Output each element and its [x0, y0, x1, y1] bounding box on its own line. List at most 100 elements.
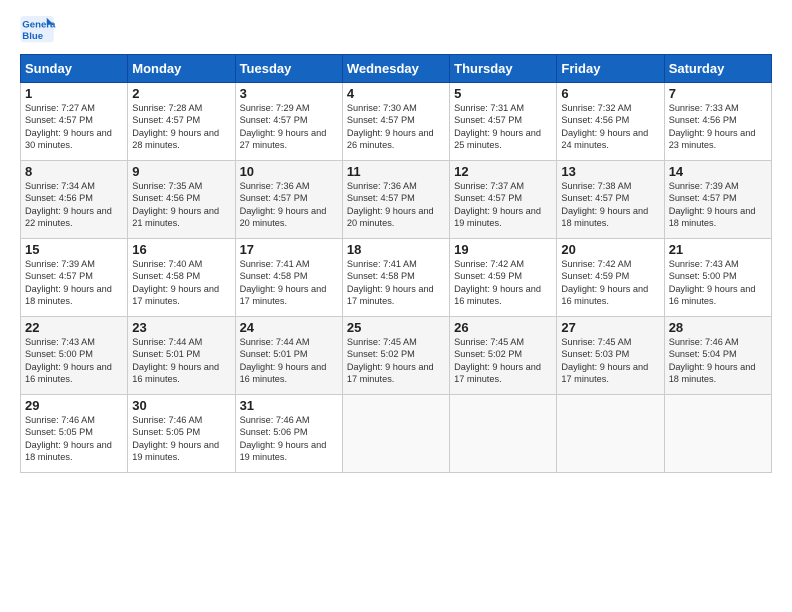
- cell-info: Sunrise: 7:45 AMSunset: 5:02 PMDaylight:…: [454, 337, 541, 384]
- calendar-cell: 29 Sunrise: 7:46 AMSunset: 5:05 PMDayligh…: [21, 395, 128, 473]
- calendar-body: 1 Sunrise: 7:27 AMSunset: 4:57 PMDaylight…: [21, 83, 772, 473]
- calendar-cell: [342, 395, 449, 473]
- header-cell-tuesday: Tuesday: [235, 55, 342, 83]
- calendar-cell: 6 Sunrise: 7:32 AMSunset: 4:56 PMDaylight…: [557, 83, 664, 161]
- day-number: 13: [561, 164, 659, 179]
- cell-info: Sunrise: 7:46 AMSunset: 5:05 PMDaylight:…: [25, 415, 112, 462]
- cell-info: Sunrise: 7:38 AMSunset: 4:57 PMDaylight:…: [561, 181, 648, 228]
- day-number: 20: [561, 242, 659, 257]
- calendar-week-3: 15Sunrise: 7:39 AMSunset: 4:57 PMDayligh…: [21, 239, 772, 317]
- calendar-cell: 17Sunrise: 7:41 AMSunset: 4:58 PMDayligh…: [235, 239, 342, 317]
- day-number: 4: [347, 86, 445, 101]
- calendar-cell: 5Sunrise: 7:31 AMSunset: 4:57 PMDaylight…: [450, 83, 557, 161]
- day-number: 29: [25, 398, 123, 413]
- cell-info: Sunrise: 7:45 AMSunset: 5:03 PMDaylight:…: [561, 337, 648, 384]
- calendar-cell: 19 Sunrise: 7:42 AMSunset: 4:59 PMDayligh…: [450, 239, 557, 317]
- day-number: 7: [669, 86, 767, 101]
- cell-info: Sunrise: 7:46 AMSunset: 5:05 PMDaylight:…: [132, 415, 219, 462]
- calendar-cell: 24 Sunrise: 7:44 AMSunset: 5:01 PMDayligh…: [235, 317, 342, 395]
- calendar-cell: 18Sunrise: 7:41 AMSunset: 4:58 PMDayligh…: [342, 239, 449, 317]
- day-number: 26: [454, 320, 552, 335]
- day-number: 11: [347, 164, 445, 179]
- svg-text:General: General: [22, 19, 56, 30]
- calendar-header-row: SundayMondayTuesdayWednesdayThursdayFrid…: [21, 55, 772, 83]
- day-number: 30: [132, 398, 230, 413]
- calendar-cell: 31 Sunrise: 7:46 AMSunset: 5:06 PMDayligh…: [235, 395, 342, 473]
- calendar-cell: 8 Sunrise: 7:34 AMSunset: 4:56 PMDaylight…: [21, 161, 128, 239]
- header-cell-sunday: Sunday: [21, 55, 128, 83]
- cell-info: Sunrise: 7:34 AMSunset: 4:56 PMDaylight:…: [25, 181, 112, 228]
- calendar-cell: 22 Sunrise: 7:43 AMSunset: 5:00 PMDayligh…: [21, 317, 128, 395]
- day-number: 21: [669, 242, 767, 257]
- calendar-cell: 15Sunrise: 7:39 AMSunset: 4:57 PMDayligh…: [21, 239, 128, 317]
- calendar-cell: [664, 395, 771, 473]
- calendar-cell: 25 Sunrise: 7:45 AMSunset: 5:02 PMDayligh…: [342, 317, 449, 395]
- day-number: 28: [669, 320, 767, 335]
- cell-info: Sunrise: 7:42 AMSunset: 4:59 PMDaylight:…: [454, 259, 541, 306]
- cell-info: Sunrise: 7:44 AMSunset: 5:01 PMDaylight:…: [132, 337, 219, 384]
- calendar-cell: 16 Sunrise: 7:40 AMSunset: 4:58 PMDayligh…: [128, 239, 235, 317]
- svg-text:Blue: Blue: [22, 31, 43, 42]
- calendar-cell: 13 Sunrise: 7:38 AMSunset: 4:57 PMDayligh…: [557, 161, 664, 239]
- calendar-cell: 27 Sunrise: 7:45 AMSunset: 5:03 PMDayligh…: [557, 317, 664, 395]
- day-number: 31: [240, 398, 338, 413]
- calendar-cell: 9Sunrise: 7:35 AMSunset: 4:56 PMDaylight…: [128, 161, 235, 239]
- calendar-week-4: 22 Sunrise: 7:43 AMSunset: 5:00 PMDayligh…: [21, 317, 772, 395]
- header-cell-thursday: Thursday: [450, 55, 557, 83]
- day-number: 19: [454, 242, 552, 257]
- day-number: 9: [132, 164, 230, 179]
- cell-info: Sunrise: 7:33 AMSunset: 4:56 PMDaylight:…: [669, 103, 756, 150]
- day-number: 25: [347, 320, 445, 335]
- header-cell-saturday: Saturday: [664, 55, 771, 83]
- day-number: 1: [25, 86, 123, 101]
- logo-icon: General Blue: [20, 16, 56, 44]
- cell-info: Sunrise: 7:29 AMSunset: 4:57 PMDaylight:…: [240, 103, 327, 150]
- calendar-cell: [450, 395, 557, 473]
- calendar-cell: 12 Sunrise: 7:37 AMSunset: 4:57 PMDayligh…: [450, 161, 557, 239]
- calendar-cell: 28 Sunrise: 7:46 AMSunset: 5:04 PMDayligh…: [664, 317, 771, 395]
- logo: General Blue: [20, 16, 58, 44]
- day-number: 6: [561, 86, 659, 101]
- day-number: 12: [454, 164, 552, 179]
- cell-info: Sunrise: 7:30 AMSunset: 4:57 PMDaylight:…: [347, 103, 434, 150]
- cell-info: Sunrise: 7:37 AMSunset: 4:57 PMDaylight:…: [454, 181, 541, 228]
- calendar-cell: 3 Sunrise: 7:29 AMSunset: 4:57 PMDaylight…: [235, 83, 342, 161]
- calendar-cell: 21 Sunrise: 7:43 AMSunset: 5:00 PMDayligh…: [664, 239, 771, 317]
- calendar-cell: 10 Sunrise: 7:36 AMSunset: 4:57 PMDayligh…: [235, 161, 342, 239]
- calendar-table: SundayMondayTuesdayWednesdayThursdayFrid…: [20, 54, 772, 473]
- day-number: 3: [240, 86, 338, 101]
- cell-info: Sunrise: 7:27 AMSunset: 4:57 PMDaylight:…: [25, 103, 112, 150]
- cell-info: Sunrise: 7:45 AMSunset: 5:02 PMDaylight:…: [347, 337, 434, 384]
- cell-info: Sunrise: 7:36 AMSunset: 4:57 PMDaylight:…: [240, 181, 327, 228]
- cell-info: Sunrise: 7:31 AMSunset: 4:57 PMDaylight:…: [454, 103, 541, 150]
- calendar-cell: 20 Sunrise: 7:42 AMSunset: 4:59 PMDayligh…: [557, 239, 664, 317]
- day-number: 22: [25, 320, 123, 335]
- cell-info: Sunrise: 7:46 AMSunset: 5:04 PMDaylight:…: [669, 337, 756, 384]
- calendar-cell: [557, 395, 664, 473]
- calendar-week-5: 29 Sunrise: 7:46 AMSunset: 5:05 PMDayligh…: [21, 395, 772, 473]
- cell-info: Sunrise: 7:43 AMSunset: 5:00 PMDaylight:…: [669, 259, 756, 306]
- calendar-cell: 1 Sunrise: 7:27 AMSunset: 4:57 PMDaylight…: [21, 83, 128, 161]
- cell-info: Sunrise: 7:41 AMSunset: 4:58 PMDaylight:…: [240, 259, 327, 306]
- header-cell-friday: Friday: [557, 55, 664, 83]
- cell-info: Sunrise: 7:46 AMSunset: 5:06 PMDaylight:…: [240, 415, 327, 462]
- day-number: 2: [132, 86, 230, 101]
- cell-info: Sunrise: 7:42 AMSunset: 4:59 PMDaylight:…: [561, 259, 648, 306]
- calendar-week-1: 1 Sunrise: 7:27 AMSunset: 4:57 PMDaylight…: [21, 83, 772, 161]
- calendar-cell: 11 Sunrise: 7:36 AMSunset: 4:57 PMDayligh…: [342, 161, 449, 239]
- calendar-cell: 7 Sunrise: 7:33 AMSunset: 4:56 PMDaylight…: [664, 83, 771, 161]
- day-number: 10: [240, 164, 338, 179]
- cell-info: Sunrise: 7:39 AMSunset: 4:57 PMDaylight:…: [669, 181, 756, 228]
- calendar-cell: 23Sunrise: 7:44 AMSunset: 5:01 PMDayligh…: [128, 317, 235, 395]
- cell-info: Sunrise: 7:36 AMSunset: 4:57 PMDaylight:…: [347, 181, 434, 228]
- cell-info: Sunrise: 7:43 AMSunset: 5:00 PMDaylight:…: [25, 337, 112, 384]
- cell-info: Sunrise: 7:32 AMSunset: 4:56 PMDaylight:…: [561, 103, 648, 150]
- day-number: 27: [561, 320, 659, 335]
- cell-info: Sunrise: 7:40 AMSunset: 4:58 PMDaylight:…: [132, 259, 219, 306]
- calendar-week-2: 8 Sunrise: 7:34 AMSunset: 4:56 PMDaylight…: [21, 161, 772, 239]
- cell-info: Sunrise: 7:44 AMSunset: 5:01 PMDaylight:…: [240, 337, 327, 384]
- day-number: 24: [240, 320, 338, 335]
- day-number: 16: [132, 242, 230, 257]
- day-number: 8: [25, 164, 123, 179]
- calendar-cell: 30 Sunrise: 7:46 AMSunset: 5:05 PMDayligh…: [128, 395, 235, 473]
